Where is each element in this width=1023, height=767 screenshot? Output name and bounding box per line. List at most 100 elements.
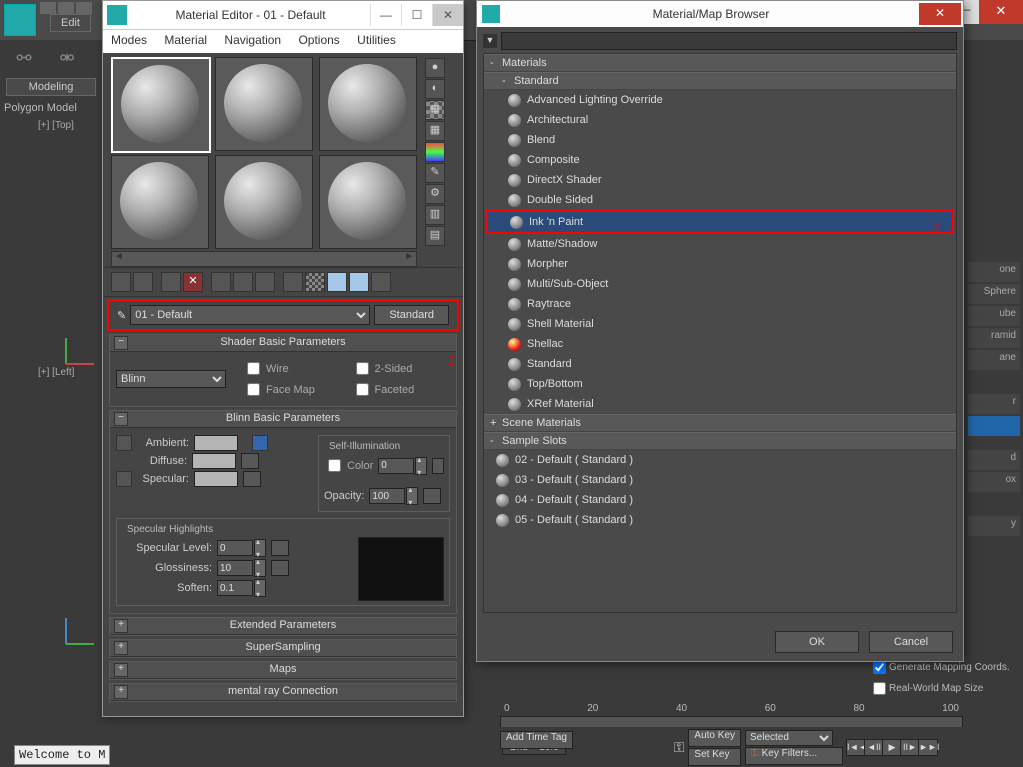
options-icon[interactable]: ⚙ <box>425 184 445 204</box>
sample-slot-6[interactable] <box>319 155 417 249</box>
pick-material-icon[interactable]: ✎ <box>117 309 126 322</box>
spec-level-map-button[interactable] <box>271 540 289 556</box>
app-logo[interactable] <box>4 4 36 36</box>
material-item[interactable]: Morpher <box>484 254 956 274</box>
material-item[interactable]: Matte/Shadow <box>484 234 956 254</box>
sample-slot-1[interactable] <box>111 57 211 153</box>
setkey-button[interactable]: Set Key <box>688 748 741 766</box>
rollout-header[interactable]: −Blinn Basic Parameters <box>110 411 456 428</box>
ds-lock-icon[interactable] <box>116 471 132 487</box>
make-copy-icon[interactable] <box>211 272 231 292</box>
material-item[interactable]: Raytrace <box>484 294 956 314</box>
video-check-icon[interactable] <box>425 142 445 162</box>
menu-modes[interactable]: Modes <box>111 33 147 47</box>
reset-map-icon[interactable]: ✕ <box>183 272 203 292</box>
viewport-top-label[interactable]: [+] [Top] <box>0 116 102 133</box>
backlight-icon[interactable]: ◐ <box>425 79 445 99</box>
mtl-id-icon[interactable]: ▤ <box>425 226 445 246</box>
maximize-button[interactable]: ☐ <box>401 4 432 26</box>
ambient-swatch[interactable] <box>194 435 238 451</box>
gloss-map-button[interactable] <box>271 560 289 576</box>
sample-sphere-icon[interactable]: ● <box>425 58 445 78</box>
go-forward-icon[interactable] <box>371 272 391 292</box>
materials-group-header[interactable]: -Materials <box>484 54 956 72</box>
material-id-icon[interactable] <box>283 272 303 292</box>
material-item[interactable]: Architectural <box>484 110 956 130</box>
selfillum-map-button[interactable] <box>432 458 444 474</box>
get-material-icon[interactable] <box>111 272 131 292</box>
playback-controls[interactable]: I◄◄◄II▶II►►►I <box>847 739 937 756</box>
ambient-lock-icon[interactable] <box>116 435 132 451</box>
sample-uv-icon[interactable]: ▦ <box>425 121 445 141</box>
show-end-result-icon[interactable] <box>327 272 347 292</box>
menu-navigation[interactable]: Navigation <box>224 33 281 47</box>
material-editor-titlebar[interactable]: Material Editor - 01 - Default — ☐ ✕ <box>103 1 463 30</box>
sample-slot-5[interactable] <box>215 155 313 249</box>
menu-utilities[interactable]: Utilities <box>357 33 396 47</box>
key-icon[interactable]: ⚿ <box>674 739 685 756</box>
specular-map-button[interactable] <box>243 471 261 487</box>
ok-button[interactable]: OK <box>775 631 859 653</box>
material-item[interactable]: Top/Bottom <box>484 374 956 394</box>
wire-checkbox[interactable]: Wire <box>243 359 342 378</box>
close-button[interactable]: ✕ <box>432 4 463 26</box>
opacity-map-button[interactable] <box>423 488 441 504</box>
diffuse-map-button[interactable] <box>241 453 259 469</box>
sample-slot-2[interactable] <box>215 57 313 151</box>
slot-scrollbar[interactable] <box>111 251 417 267</box>
soften-spinner[interactable] <box>217 579 266 597</box>
cancel-button[interactable]: Cancel <box>869 631 953 653</box>
autokey-button[interactable]: Auto Key <box>688 729 741 747</box>
shader-type-select[interactable]: Blinn <box>116 370 226 388</box>
material-type-button[interactable]: Standard <box>374 305 449 325</box>
edit-menu[interactable]: Edit <box>50 14 91 32</box>
menu-material[interactable]: Material <box>164 33 207 47</box>
browser-options-icon[interactable]: ▼ <box>483 34 497 48</box>
spec-level-spinner[interactable] <box>217 539 266 557</box>
browser-search-input[interactable] <box>501 32 957 50</box>
diffuse-swatch[interactable] <box>192 453 236 469</box>
selfillum-color-checkbox[interactable]: Color <box>324 456 373 475</box>
glossiness-spinner[interactable] <box>217 559 266 577</box>
sample-slot-4[interactable] <box>111 155 209 249</box>
sample-slot-item[interactable]: 04 - Default ( Standard ) <box>484 490 956 510</box>
put-material-icon[interactable] <box>133 272 153 292</box>
sample-slots-header[interactable]: -Sample Slots <box>484 432 956 450</box>
sample-slot-item[interactable]: 03 - Default ( Standard ) <box>484 470 956 490</box>
material-name-select[interactable]: 01 - Default <box>130 305 370 325</box>
minimize-button[interactable]: — <box>370 4 401 26</box>
material-item[interactable]: Blend <box>484 130 956 150</box>
material-item[interactable]: Composite <box>484 150 956 170</box>
assign-material-icon[interactable] <box>161 272 181 292</box>
show-map-icon[interactable] <box>305 272 325 292</box>
material-item[interactable]: Double Sided <box>484 190 956 210</box>
material-item[interactable]: Standard <box>484 354 956 374</box>
app-close-button[interactable]: ✕ <box>979 0 1023 24</box>
specular-swatch[interactable] <box>194 471 238 487</box>
add-time-tag-button[interactable]: Add Time Tag <box>500 731 573 749</box>
key-mode-select[interactable]: Selected <box>745 730 833 746</box>
material-item[interactable]: Shell Material <box>484 314 956 334</box>
face-map-checkbox[interactable]: Face Map <box>243 380 342 399</box>
sample-slot-3[interactable] <box>319 57 417 151</box>
put-to-library-icon[interactable] <box>255 272 275 292</box>
material-item[interactable]: Ink 'n Paint <box>486 210 954 234</box>
make-unique-icon[interactable] <box>233 272 253 292</box>
go-parent-icon[interactable] <box>349 272 369 292</box>
material-item[interactable]: Advanced Lighting Override <box>484 90 956 110</box>
material-item[interactable]: Multi/Sub-Object <box>484 274 956 294</box>
menu-options[interactable]: Options <box>298 33 339 47</box>
material-item[interactable]: Shellac <box>484 334 956 354</box>
standard-group-header[interactable]: -Standard <box>484 72 956 90</box>
faceted-checkbox[interactable]: Faceted <box>352 380 451 399</box>
browser-titlebar[interactable]: Material/Map Browser ✕ <box>477 1 963 27</box>
selfillum-spinner[interactable] <box>378 457 427 475</box>
close-button[interactable]: ✕ <box>919 3 961 25</box>
opacity-spinner[interactable] <box>369 487 418 505</box>
rollout-header[interactable]: −Shader Basic Parameters <box>110 335 456 352</box>
sample-slot-item[interactable]: 05 - Default ( Standard ) <box>484 510 956 530</box>
ad-lock-icon[interactable] <box>252 435 268 451</box>
timeline[interactable]: 0 20 40 60 80 100 <box>500 703 963 729</box>
sample-slot-item[interactable]: 02 - Default ( Standard ) <box>484 450 956 470</box>
scene-materials-header[interactable]: +Scene Materials <box>484 414 956 432</box>
